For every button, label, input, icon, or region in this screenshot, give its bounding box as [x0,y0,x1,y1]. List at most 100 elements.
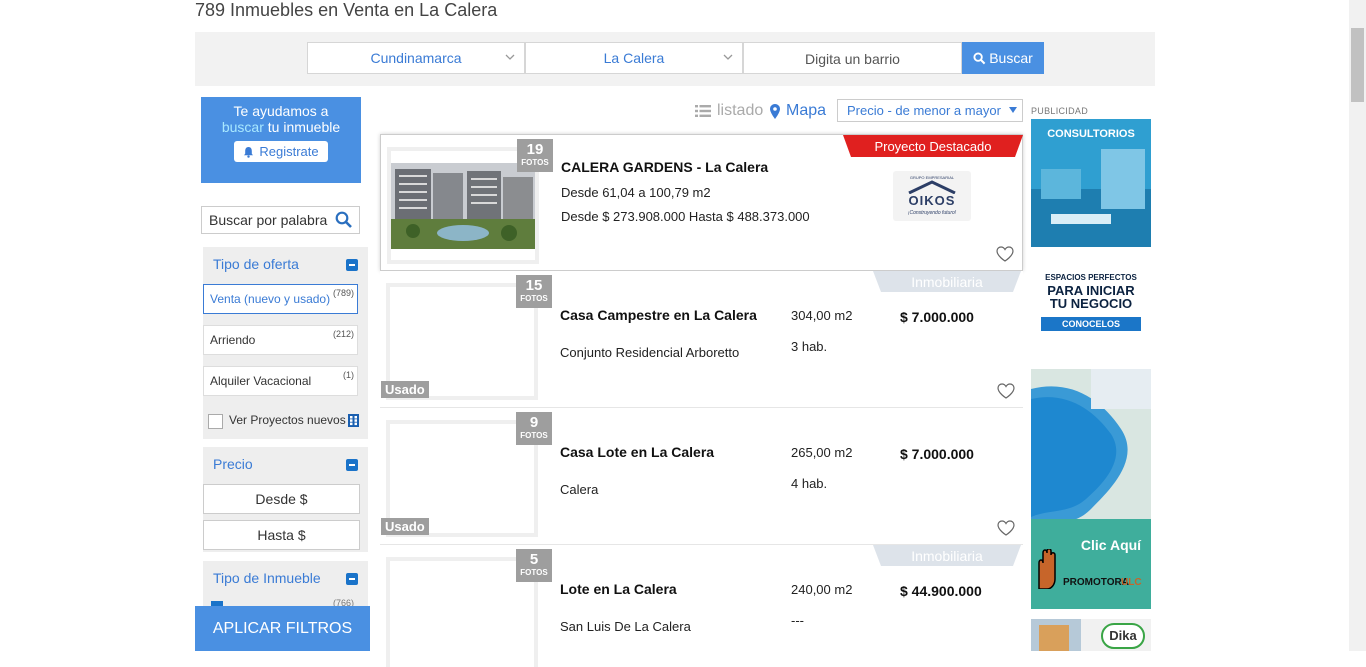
chevron-down-icon [723,54,733,60]
photo-count: 9 [529,414,539,431]
collapse-icon[interactable] [346,573,358,585]
listing-title[interactable]: Casa Lote en La Calera [560,444,714,460]
neighborhood-input[interactable]: Digita un barrio [743,42,962,74]
offer-option-count: (789) [332,288,354,298]
city-select[interactable]: La Calera [525,42,743,74]
new-projects-checkbox[interactable] [208,414,223,429]
list-icon [695,105,711,117]
photo-count-label: FOTOS [520,431,548,440]
listing-card[interactable]: 15 FOTOS Usado Casa Campestre en La Cale… [380,271,1023,408]
offer-option-arriendo[interactable]: Arriendo (212) [203,325,358,355]
agency-badge: Inmobiliaria [873,545,1021,566]
photo-count-label: FOTOS [520,568,548,577]
listing-title[interactable]: Lote en La Calera [560,581,677,597]
agency-badge-label: Inmobiliaria [911,274,983,290]
department-select[interactable]: Cundinamarca [307,42,525,74]
city-value: La Calera [603,50,665,66]
offer-option-label: Alquiler Vacacional [210,374,312,388]
chevron-down-icon [505,54,515,60]
keyword-search-input[interactable]: Buscar por palabra [201,206,360,234]
dika-logo: Dika [1101,623,1145,649]
apply-filters-button[interactable]: APLICAR FILTROS [195,606,370,651]
listing-title[interactable]: Casa Campestre en La Calera [560,307,757,323]
map-pin-icon [770,103,780,119]
listing-title[interactable]: CALERA GARDENS - La Calera [561,159,768,175]
ad-dika[interactable]: Dika [1031,619,1151,651]
dropdown-arrow-icon [1009,107,1017,113]
register-button[interactable]: Registrate [234,141,328,162]
heart-icon[interactable] [996,246,1014,262]
collapse-icon[interactable] [346,259,358,271]
price-from-input[interactable]: Desde $ [203,484,360,514]
offer-option-label: Arriendo [210,333,256,347]
ad1-cta-button[interactable]: CONOCELOS [1041,317,1141,331]
price-panel: Precio Desde $ Hasta $ [203,447,368,552]
listing-price-range: Desde $ 273.908.000 Hasta $ 488.373.000 [561,209,810,224]
offer-option-vacacional[interactable]: Alquiler Vacacional (1) [203,366,358,396]
photo-count: 5 [529,551,539,568]
search-icon[interactable] [335,211,353,229]
featured-badge-label: Proyecto Destacado [874,139,992,154]
photo-count-badge: 9 FOTOS [516,412,552,445]
page-title: 789 Inmuebles en Venta en La Calera [195,0,498,20]
ad1-line1: ESPACIOS PERFECTOS [1045,273,1137,282]
advertising-label: PUBLICIDAD [1031,106,1089,116]
listing-area: 304,00 m2 [791,308,853,323]
offer-option-label: Venta (nuevo y usado) [210,292,331,306]
map-view-toggle[interactable]: Mapa [770,102,826,120]
price-header[interactable]: Precio [203,447,368,481]
offer-type-header[interactable]: Tipo de oferta [203,247,368,281]
offer-type-title: Tipo de oferta [213,256,299,272]
price-title: Precio [213,456,253,472]
logo-name: OIKOS [908,193,956,208]
listing-rooms: --- [791,613,804,628]
photo-count-label: FOTOS [520,294,548,303]
register-line1: Te ayudamos a [233,103,329,119]
ad-consultorios[interactable]: CONSULTORIOS ESPACIOS PERFECTOS PARA INI… [1031,119,1151,334]
agency-badge-label: Inmobiliaria [911,548,983,564]
new-projects-label: Ver Proyectos nuevos [229,413,346,427]
promotora-logo: PROMOTORA ULC [1031,549,1151,609]
condition-badge: Usado [381,518,429,535]
photo-count-badge: 19 FOTOS [517,139,553,172]
photo-count-label: FOTOS [521,158,549,167]
roof-icon [908,180,956,194]
offer-option-count: (212) [332,329,354,339]
listing-area: 265,00 m2 [791,445,853,460]
list-view-label: listado [717,102,764,119]
photo-count-badge: 5 FOTOS [516,549,552,582]
promotora-name: PROMOTORA [1063,577,1129,588]
register-highlight[interactable]: buscar [222,119,264,135]
building-thumbnail [1031,619,1081,651]
listing-location: San Luis De La Calera [560,619,691,634]
collapse-icon[interactable] [346,459,358,471]
offer-option-count: (1) [343,370,354,380]
listing-rooms: 3 hab. [791,339,828,354]
offer-option-venta[interactable]: Venta (nuevo y usado) (789) [203,284,358,314]
listing-card[interactable]: 5 FOTOS Lote en La Calera 240,00 m2 $ 44… [380,545,1023,667]
heart-icon[interactable] [997,383,1015,399]
property-type-panel: Tipo de Inmueble (766) [203,561,368,611]
search-icon [973,51,986,64]
scrollbar-thumb[interactable] [1351,28,1364,102]
heart-icon[interactable] [997,520,1015,536]
listing-area: 240,00 m2 [791,582,853,597]
property-type-header[interactable]: Tipo de Inmueble [203,561,368,595]
search-button[interactable]: Buscar [962,42,1044,74]
hand-icon [1038,549,1056,589]
oikos-logo[interactable]: GRUPO EMPRESARIAL OIKOS ¡Construyendo fu… [893,171,971,221]
price-to-input[interactable]: Hasta $ [203,520,360,550]
listing-card[interactable]: 9 FOTOS Usado Casa Lote en La Calera 265… [380,408,1023,545]
promotora-suffix: ULC [1121,577,1142,588]
ad1-title: CONSULTORIOS [1047,128,1135,140]
listing-price: $ 7.000.000 [900,309,974,325]
photo-count: 19 [526,141,544,158]
sort-select[interactable]: Precio - de menor a mayor [837,99,1023,122]
list-view-toggle[interactable]: listado [695,102,763,120]
condition-badge: Usado [381,381,429,398]
listing-location: Calera [560,482,599,497]
department-value: Cundinamarca [370,50,462,66]
register-button-label: Registrate [259,144,319,159]
listing-card[interactable]: 19 FOTOS CALERA GARDENS - La Calera Desd… [380,134,1023,271]
ad-promotora[interactable]: Clic Aquí PROMOTORA ULC [1031,369,1151,609]
